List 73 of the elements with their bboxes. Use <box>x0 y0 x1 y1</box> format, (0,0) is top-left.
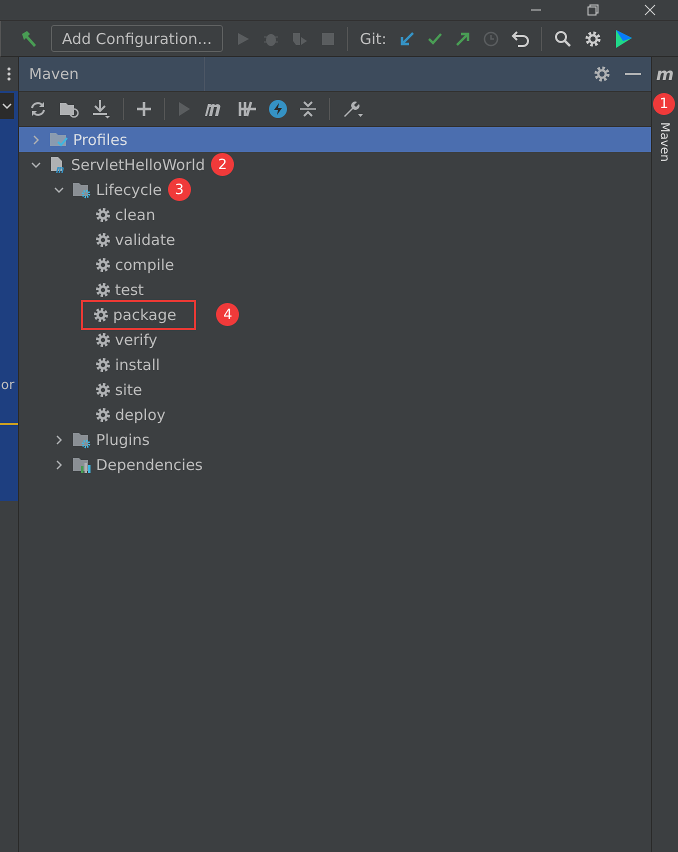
wrench-icon[interactable] <box>342 99 364 119</box>
tree-row[interactable]: site <box>19 377 651 402</box>
tree-row[interactable]: Dependencies <box>19 452 651 477</box>
annotation-badge: 3 <box>168 178 191 201</box>
tree-row[interactable]: clean <box>19 202 651 227</box>
tree-row[interactable]: compile <box>19 252 651 277</box>
gear-icon <box>95 382 111 398</box>
tree-row[interactable]: Profiles <box>19 127 651 152</box>
annotation-badge: 4 <box>216 303 240 326</box>
plus-icon[interactable] <box>136 101 152 117</box>
gear-icon <box>95 256 111 272</box>
tree-row[interactable]: install <box>19 352 651 377</box>
side-tab-label[interactable]: Maven <box>658 122 672 162</box>
download-icon[interactable] <box>91 99 111 119</box>
chevron-right-icon[interactable] <box>54 460 64 470</box>
undo-icon[interactable] <box>510 30 529 46</box>
gear-icon <box>95 282 111 298</box>
tree-item-label: test <box>115 280 144 298</box>
settings-icon[interactable] <box>593 65 611 83</box>
gear-icon <box>95 406 111 422</box>
folder-refresh-icon[interactable] <box>59 100 79 118</box>
search-icon[interactable] <box>554 30 572 48</box>
tree-item-label: Lifecycle <box>96 180 162 198</box>
annotation-badge: 2 <box>211 153 234 176</box>
lightning-icon[interactable] <box>269 100 287 118</box>
tree-item-label: verify <box>115 330 158 348</box>
tree-item-label: package <box>113 306 176 324</box>
refresh-icon[interactable] <box>29 100 47 118</box>
chevron-down-icon[interactable] <box>31 160 41 170</box>
check-icon[interactable] <box>426 30 443 46</box>
tree-item-label: Plugins <box>96 430 150 448</box>
add-configuration-button[interactable]: Add Configuration... <box>51 25 223 52</box>
chevron-right-icon[interactable] <box>54 434 64 444</box>
arrow-down-left-icon[interactable] <box>398 30 415 46</box>
folder-gear-icon <box>72 430 92 448</box>
minimize-icon[interactable] <box>625 72 641 76</box>
panel-title: Maven <box>29 57 205 91</box>
tree-item-label: ServletHelloWorld <box>71 156 206 174</box>
tree-item-label: deploy <box>115 406 166 424</box>
maven-tab-icon[interactable]: m <box>656 65 674 85</box>
tree-row[interactable]: package 4 <box>19 302 651 327</box>
gear-icon <box>95 232 111 248</box>
folder-check-icon <box>49 130 69 148</box>
tree-item-label: clean <box>115 206 156 224</box>
tree-item-label: compile <box>115 256 174 274</box>
tree-item-label: Profiles <box>73 130 128 148</box>
folder-gear-icon <box>72 180 92 198</box>
gear-icon <box>93 306 109 322</box>
gear-icon <box>95 206 111 222</box>
tree-row[interactable]: test <box>19 277 651 302</box>
panel-text: or <box>1 378 16 393</box>
annotation-badge: 1 <box>653 93 675 115</box>
gear-icon <box>95 332 111 348</box>
settings-icon[interactable] <box>584 30 602 48</box>
tree-item-label: Dependencies <box>96 456 203 474</box>
tree-item-label: site <box>115 380 142 398</box>
maven-project-icon <box>49 156 67 174</box>
tree-row[interactable]: validate <box>19 227 651 252</box>
gear-icon <box>95 356 111 372</box>
tree-row[interactable]: Lifecycle 3 <box>19 177 651 202</box>
tree-item-label: install <box>115 356 160 374</box>
app-logo-icon[interactable] <box>614 28 634 50</box>
tree-row[interactable]: verify <box>19 327 651 352</box>
arrow-up-right-icon[interactable] <box>454 30 471 46</box>
tree-row[interactable]: deploy <box>19 402 651 427</box>
git-label: Git: <box>360 30 387 48</box>
tree-row[interactable]: ServletHelloWorld 2 <box>19 152 651 177</box>
folder-chart-icon <box>72 456 92 474</box>
tree-row[interactable]: Plugins <box>19 427 651 452</box>
tree-item-label: validate <box>115 230 176 248</box>
collapse-icon[interactable] <box>299 100 317 118</box>
dropdown-icon[interactable] <box>0 93 14 119</box>
chevron-down-icon[interactable] <box>54 184 64 194</box>
